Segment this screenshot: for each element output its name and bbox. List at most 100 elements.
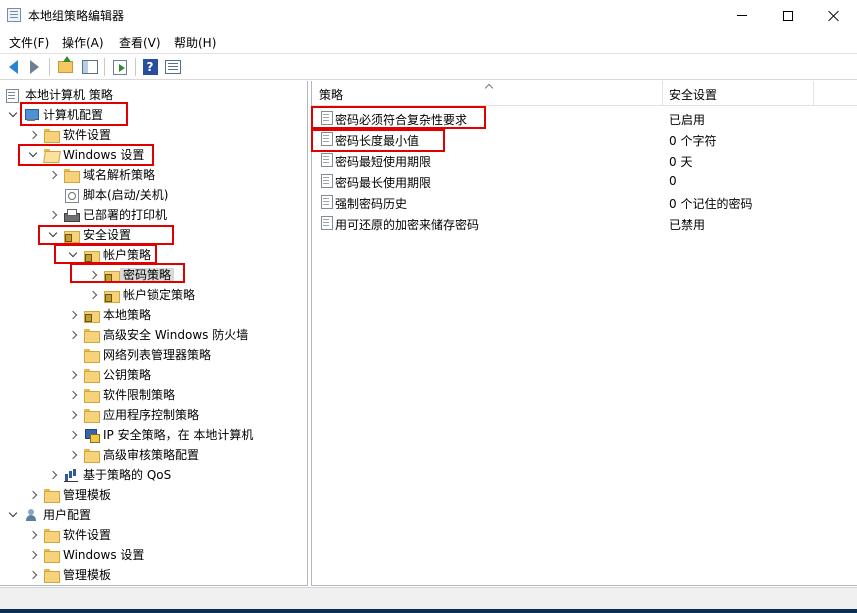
- chevron-right-icon[interactable]: [69, 431, 77, 439]
- tree-item[interactable]: 基于策略的 QoS: [0, 465, 306, 485]
- show-hide-tree-icon: [82, 60, 98, 74]
- chevron-right-icon[interactable]: [29, 551, 37, 559]
- tree-item[interactable]: 软件限制策略: [0, 385, 306, 405]
- chevron-down-icon[interactable]: [9, 511, 17, 519]
- tree-item[interactable]: 软件设置: [0, 525, 306, 545]
- tree-item-label: 软件设置: [63, 128, 112, 142]
- tree-item[interactable]: IP 安全策略，在 本地计算机: [0, 425, 306, 445]
- chevron-right-icon[interactable]: [69, 391, 77, 399]
- tree-item[interactable]: 管理模板: [0, 485, 306, 505]
- tree-item-label: 高级安全 Windows 防火墙: [103, 328, 249, 342]
- chevron-down-icon[interactable]: [49, 231, 57, 239]
- tree-item[interactable]: 用户配置: [0, 505, 306, 525]
- chevron-right-icon[interactable]: [29, 131, 37, 139]
- tree-item[interactable]: 脚本(启动/关机): [0, 185, 306, 205]
- policy-name: 密码最短使用期限: [335, 155, 432, 169]
- chevron-right-icon[interactable]: [49, 211, 57, 219]
- tree-item[interactable]: Windows 设置: [0, 145, 306, 165]
- policy-row[interactable]: 用可还原的加密来储存密码 已禁用: [312, 212, 857, 233]
- tree-root[interactable]: 本地计算机 策略: [0, 85, 306, 105]
- properties-button[interactable]: [164, 58, 182, 76]
- tree-item-label: 帐户策略: [103, 248, 152, 262]
- maximize-button[interactable]: [765, 0, 811, 31]
- chevron-right-icon[interactable]: [29, 491, 37, 499]
- tree-item[interactable]: 本地策略: [0, 305, 306, 325]
- column-separator[interactable]: [813, 81, 814, 105]
- tree-item[interactable]: 网络列表管理器策略: [0, 345, 306, 365]
- toolbar: ?: [0, 53, 857, 80]
- chevron-down-icon[interactable]: [9, 111, 17, 119]
- folder-icon: [83, 368, 100, 383]
- policy-value: 0: [669, 174, 677, 188]
- column-policy[interactable]: 策略: [319, 86, 343, 103]
- forward-icon: [29, 60, 39, 74]
- tree-item[interactable]: 应用程序控制策略: [0, 405, 306, 425]
- help-button[interactable]: ?: [141, 58, 159, 76]
- column-security-setting[interactable]: 安全设置: [669, 86, 717, 103]
- menu-view[interactable]: 查看(V): [119, 34, 161, 51]
- lock-folder-icon: [103, 268, 120, 283]
- toolbar-separator: [49, 58, 50, 76]
- tree-item-label: 网络列表管理器策略: [103, 348, 212, 362]
- minimize-button[interactable]: [719, 0, 765, 31]
- chevron-right-icon[interactable]: [69, 331, 77, 339]
- tree-item[interactable]: 帐户锁定策略: [0, 285, 306, 305]
- show-hide-tree-button[interactable]: [81, 58, 99, 76]
- chevron-right-icon[interactable]: [69, 371, 77, 379]
- tree-item[interactable]: 高级审核策略配置: [0, 445, 306, 465]
- printer-icon: [63, 208, 80, 222]
- folder-icon: [43, 148, 59, 162]
- policy-row[interactable]: 密码长度最小值 0 个字符: [312, 128, 857, 149]
- tree-root-label: 本地计算机 策略: [25, 88, 113, 102]
- policy-name: 密码最长使用期限: [335, 176, 432, 190]
- tree-item[interactable]: 安全设置: [0, 225, 306, 245]
- policy-row[interactable]: 强制密码历史 0 个记住的密码: [312, 191, 857, 212]
- export-list-button[interactable]: [111, 58, 129, 76]
- title-bar: 本地组策略编辑器: [0, 0, 857, 31]
- tree-item[interactable]: Windows 设置: [0, 545, 306, 565]
- console-tree[interactable]: 本地计算机 策略 计算机配置 软件设置 Windows 设置 域名解析策略 脚本(启动/…: [0, 81, 308, 586]
- policy-setting-icon: [320, 195, 333, 209]
- back-button[interactable]: [4, 58, 22, 76]
- chevron-right-icon[interactable]: [69, 451, 77, 459]
- tree-item[interactable]: 管理模板: [0, 565, 306, 585]
- column-separator[interactable]: [662, 81, 663, 105]
- tree-item[interactable]: 软件设置: [0, 125, 306, 145]
- chevron-right-icon[interactable]: [29, 531, 37, 539]
- tree-item-label: 应用程序控制策略: [103, 408, 200, 422]
- chevron-right-icon[interactable]: [49, 471, 57, 479]
- chevron-right-icon[interactable]: [29, 571, 37, 579]
- tree-item[interactable]: 已部署的打印机: [0, 205, 306, 225]
- chevron-right-icon[interactable]: [89, 291, 97, 299]
- script-icon: [63, 188, 79, 203]
- chevron-right-icon[interactable]: [89, 271, 97, 279]
- tree-item[interactable]: 帐户策略: [0, 245, 306, 265]
- tree-item-label: 脚本(启动/关机): [83, 188, 169, 202]
- tree-item[interactable]: 公钥策略: [0, 365, 306, 385]
- status-bar: [0, 587, 857, 609]
- policy-list-pane[interactable]: 策略 安全设置 密码必须符合复杂性要求 已启用 密码长度最小值 0 个字符 密码最短使用…: [311, 81, 857, 586]
- tree-item[interactable]: 域名解析策略: [0, 165, 306, 185]
- chevron-right-icon[interactable]: [69, 311, 77, 319]
- up-folder-button[interactable]: [56, 56, 74, 76]
- menu-file[interactable]: 文件(F): [9, 34, 49, 51]
- policy-row[interactable]: 密码最长使用期限 0: [312, 170, 857, 191]
- chevron-down-icon[interactable]: [69, 251, 77, 259]
- tree-item[interactable]: 高级安全 Windows 防火墙: [0, 325, 306, 345]
- policy-row[interactable]: 密码最短使用期限 0 天: [312, 149, 857, 170]
- forward-button[interactable]: [25, 58, 43, 76]
- policy-value: 已禁用: [669, 218, 706, 232]
- help-icon: ?: [142, 59, 158, 75]
- chevron-right-icon[interactable]: [49, 171, 57, 179]
- tree-item-label: Windows 设置: [63, 148, 145, 162]
- tree-item[interactable]: 计算机配置: [0, 105, 306, 125]
- properties-icon: [165, 60, 181, 74]
- menu-action[interactable]: 操作(A): [62, 34, 104, 51]
- folder-icon: [63, 168, 80, 183]
- policy-row[interactable]: 密码必须符合复杂性要求 已启用: [312, 107, 857, 128]
- tree-item[interactable]: 密码策略: [0, 265, 306, 285]
- chevron-down-icon[interactable]: [29, 151, 37, 159]
- chevron-right-icon[interactable]: [69, 411, 77, 419]
- menu-help[interactable]: 帮助(H): [174, 34, 216, 51]
- close-button[interactable]: [811, 0, 857, 31]
